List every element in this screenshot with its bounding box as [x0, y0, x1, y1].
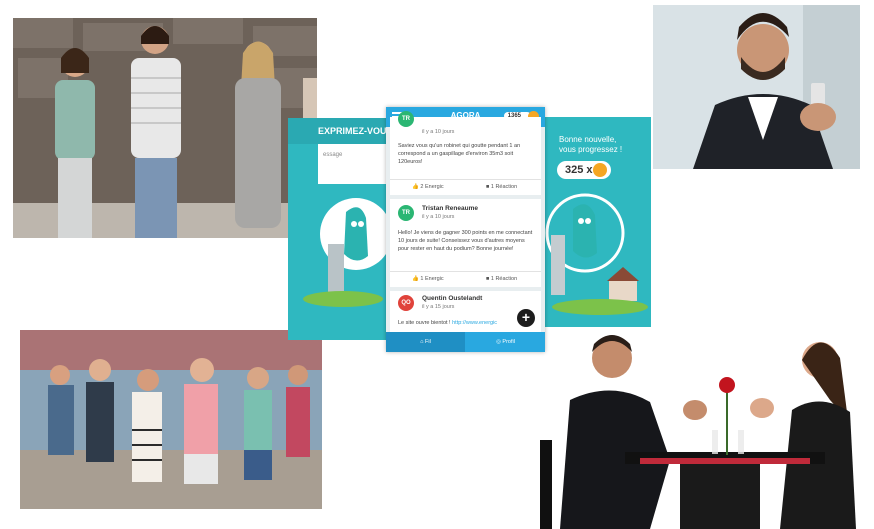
post-body: Saviez vous qu'un robinet qui goutte pen… — [398, 143, 521, 165]
message-input[interactable]: essage — [318, 144, 388, 184]
reaction-count: 1 Réaction — [490, 276, 518, 282]
feed-post: TR Tristan Reneaume il y a 10 jours Hell… — [390, 199, 541, 287]
tab-profil-label: Profil — [502, 339, 515, 345]
post-body: Hello! Je viens de gagner 300 points en … — [398, 230, 533, 252]
globe-icon: ◎ — [496, 339, 501, 345]
progress-message: Bonne nouvelle, vous progressez ! — [559, 135, 622, 155]
express-header: EXPRIMEZ-VOUS ! — [288, 118, 388, 144]
progress-line-2: vous progressez ! — [559, 145, 623, 154]
progress-line-1: Bonne nouvelle, — [559, 135, 617, 144]
reaction-count: 1 Réaction — [490, 184, 518, 190]
reaction-button[interactable]: ■ 1 Réaction — [486, 184, 517, 190]
avatar: QO — [398, 295, 414, 311]
home-icon: ⌂ — [420, 339, 424, 345]
post-time: il y a 10 jours — [422, 214, 455, 220]
mascot-illustration — [303, 198, 388, 307]
post-author: Tristan Reneaume — [422, 205, 478, 212]
feed-post: TR il y a 10 jours Saviez vous qu'un rob… — [390, 111, 541, 196]
mascot-illustration — [545, 193, 648, 315]
post-actions: 👍 1 Energic ■ 1 Réaction — [390, 271, 541, 288]
tab-fil-label: Fil — [425, 339, 431, 345]
photo-girls-walking-phones — [20, 330, 322, 509]
coin-icon — [593, 163, 607, 177]
message-placeholder: essage — [323, 152, 343, 158]
energic-count: 2 Energic — [420, 184, 444, 190]
energic-button[interactable]: 👍 1 Energic — [412, 276, 444, 282]
photo-businessman-phone — [653, 5, 860, 169]
post-time: il y a 15 jours — [422, 304, 455, 310]
tab-fil[interactable]: ⌂ Fil — [386, 332, 465, 352]
post-link[interactable]: http://www.energic — [452, 320, 497, 326]
avatar: TR — [398, 205, 414, 221]
post-body: Le site ouvre bientot ! http://www.energ… — [398, 319, 534, 327]
tab-profil[interactable]: ◎ Profil — [466, 332, 545, 352]
post-body-text: Le site ouvre bientot ! — [398, 320, 451, 326]
phone-screen-progress: Bonne nouvelle, vous progressez ! 325 x — [545, 117, 651, 327]
bottom-nav: ⌂ Fil ◎ Profil — [386, 332, 545, 352]
photo-young-people-phones — [13, 18, 317, 238]
post-time: il y a 10 jours — [422, 129, 455, 135]
energic-button[interactable]: 👍 2 Energic — [412, 184, 444, 190]
phone-screen-express: EXPRIMEZ-VOUS ! essage — [288, 118, 388, 340]
reaction-button[interactable]: ■ 1 Réaction — [486, 276, 517, 282]
phone-screen-feed: AGORA 1365 TR il y a 10 jours Saviez vou… — [386, 107, 545, 352]
add-post-button[interactable]: + — [517, 309, 535, 327]
photo-couple-dinner-phones — [530, 330, 874, 529]
energic-count: 1 Energic — [420, 276, 444, 282]
post-author: Quentin Oustelandt — [422, 295, 483, 302]
post-actions: 👍 2 Energic ■ 1 Réaction — [390, 179, 541, 196]
avatar: TR — [398, 111, 414, 127]
